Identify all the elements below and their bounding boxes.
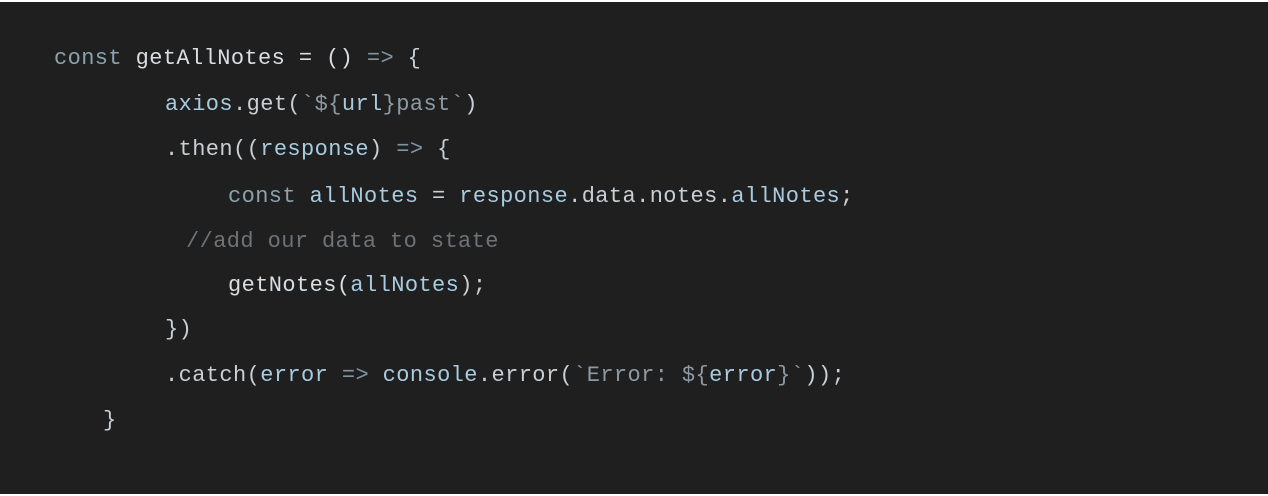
code-token: { bbox=[423, 137, 451, 162]
code-token: ); bbox=[459, 273, 487, 298]
code-token: .then(( bbox=[165, 137, 261, 162]
code-token: = bbox=[418, 184, 460, 209]
code-token: //add our data to state bbox=[186, 229, 499, 254]
code-comment-line: //add our data to state bbox=[186, 227, 499, 257]
code-token: }) bbox=[165, 317, 193, 342]
code-token: .data.notes. bbox=[568, 184, 732, 209]
code-token: const bbox=[54, 46, 123, 71]
code-token: console bbox=[382, 363, 478, 388]
code-token: response bbox=[260, 137, 370, 162]
code-token: getAllNotes = () bbox=[122, 46, 367, 71]
code-token: const bbox=[228, 184, 297, 209]
code-token: url bbox=[341, 92, 383, 117]
code-token: }` bbox=[777, 363, 805, 388]
code-token: ; bbox=[840, 184, 854, 209]
code-line-7: }) bbox=[165, 315, 192, 345]
code-token: `Error: ${ bbox=[573, 363, 710, 388]
code-token: )); bbox=[804, 363, 846, 388]
code-token: allNotes bbox=[309, 184, 419, 209]
code-line-9: } bbox=[103, 406, 117, 436]
code-token: ) bbox=[369, 137, 397, 162]
code-token: allNotes bbox=[731, 184, 841, 209]
code-token: => bbox=[366, 46, 395, 71]
code-token: response bbox=[459, 184, 569, 209]
code-token: ) bbox=[464, 92, 478, 117]
code-token: { bbox=[394, 46, 422, 71]
code-token: => bbox=[341, 363, 370, 388]
code-token: } bbox=[103, 408, 117, 433]
code-token: }past` bbox=[382, 92, 465, 117]
code-line-6: getNotes(allNotes); bbox=[228, 271, 486, 301]
code-block: const getAllNotes = () => { axios.get(`$… bbox=[0, 2, 1268, 494]
code-line-8: .catch(error => console.error(`Error: ${… bbox=[165, 361, 845, 391]
code-token: .get( bbox=[233, 92, 302, 117]
code-token: error bbox=[709, 363, 778, 388]
code-line-2: axios.get(`${url}past`) bbox=[165, 90, 478, 120]
code-token: axios bbox=[165, 92, 234, 117]
code-token: getNotes( bbox=[228, 273, 351, 298]
code-line-1: const getAllNotes = () => { bbox=[54, 44, 421, 74]
code-line-4: const allNotes = response.data.notes.all… bbox=[228, 182, 854, 212]
code-token: .error( bbox=[477, 363, 574, 388]
code-token: error bbox=[260, 363, 329, 388]
code-token: => bbox=[396, 137, 424, 162]
code-token: .catch( bbox=[165, 363, 261, 388]
code-line-3: .then((response) => { bbox=[165, 135, 451, 165]
code-token: allNotes bbox=[350, 273, 460, 298]
code-token: `${ bbox=[301, 92, 342, 117]
